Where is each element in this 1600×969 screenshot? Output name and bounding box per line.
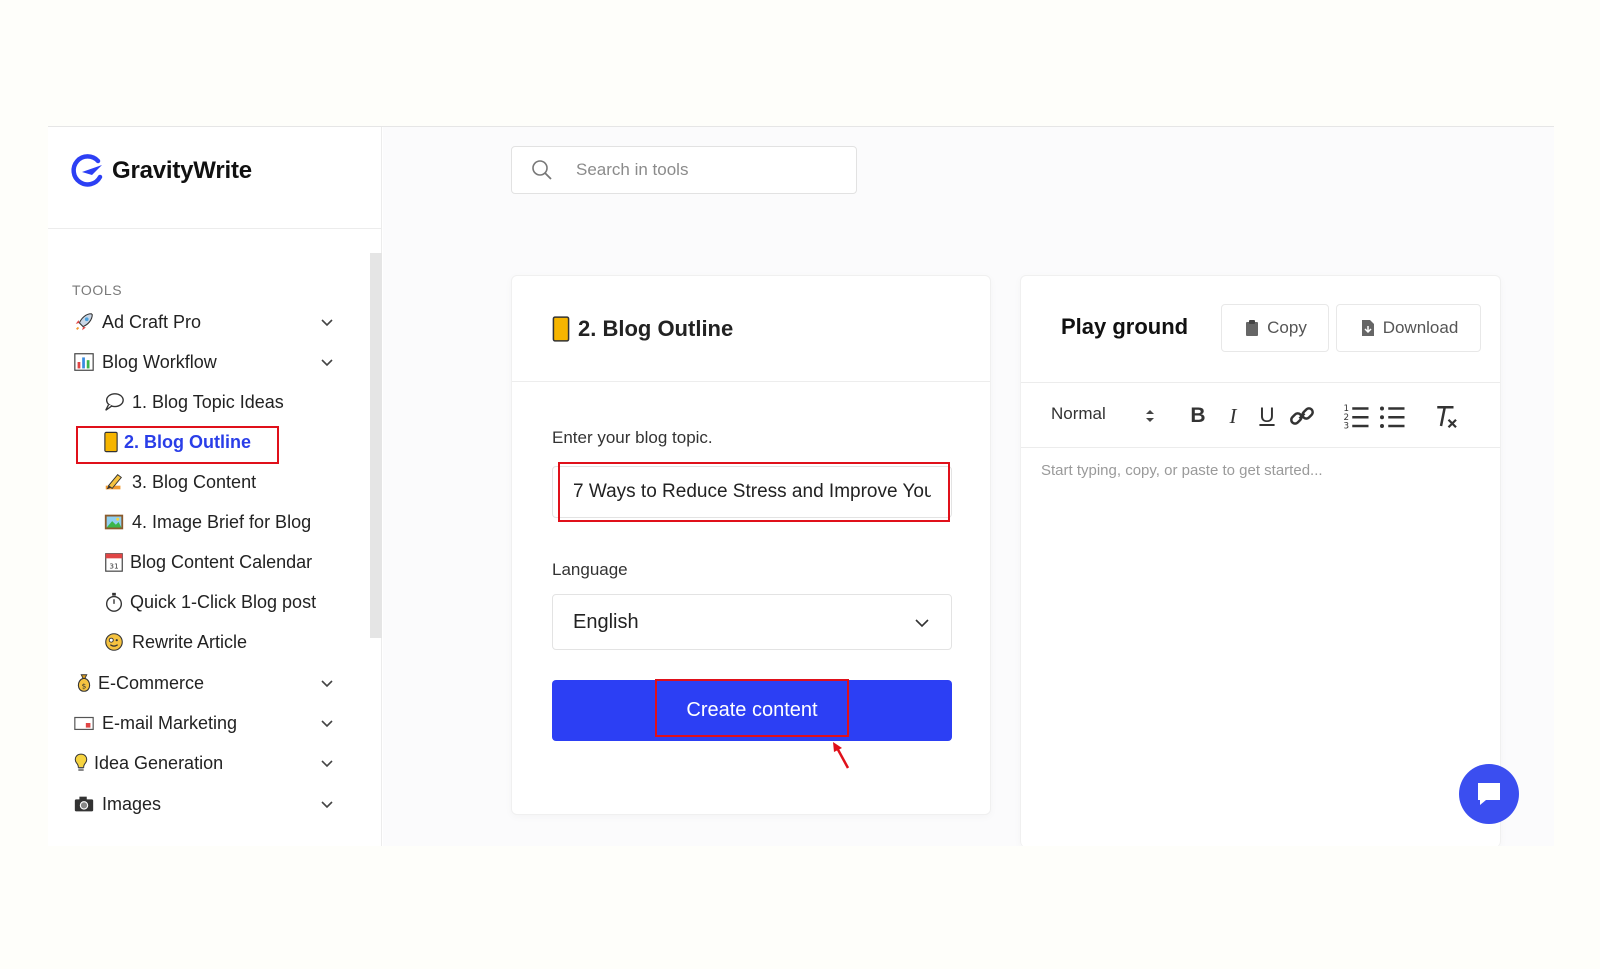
sidebar-item-label: 3. Blog Content — [132, 471, 257, 492]
chat-icon — [1478, 783, 1500, 805]
smile-icon — [102, 630, 126, 654]
chevron-down-icon[interactable] — [318, 754, 336, 772]
sidebar-item-blog-workflow[interactable]: Blog Workflow — [72, 347, 217, 377]
gravitywrite-logo-icon — [71, 154, 103, 187]
bar-chart-icon — [72, 350, 96, 374]
tools-section-label: TOOLS — [72, 282, 123, 298]
form-title: 2. Blog Outline — [578, 315, 734, 341]
clipboard-icon — [1246, 320, 1259, 336]
sidebar-item-label: Idea Generation — [94, 752, 224, 773]
speech-bubble-icon — [102, 390, 126, 414]
bold-icon[interactable]: B — [1183, 401, 1213, 431]
sidebar: GravityWrite TOOLS Ad Craft Pro Blog Wor… — [48, 127, 382, 846]
app-frame: GravityWrite TOOLS Ad Craft Pro Blog Wor… — [48, 126, 1554, 846]
copy-label: Copy — [1267, 318, 1307, 337]
bulb-icon — [72, 751, 90, 775]
sidebar-item-label: Rewrite Article — [132, 631, 248, 652]
language-label: Language — [552, 560, 628, 579]
highlight-box — [558, 462, 950, 522]
sidebar-item-rewrite-article[interactable]: Rewrite Article — [102, 627, 247, 657]
chevron-down-icon[interactable] — [318, 714, 336, 732]
search-icon — [532, 160, 552, 180]
link-icon[interactable] — [1287, 401, 1317, 431]
brand-name: GravityWrite — [112, 157, 252, 184]
camera-icon — [72, 792, 96, 816]
sidebar-item-idea-generation[interactable]: Idea Generation — [72, 748, 223, 778]
underline-icon[interactable]: U — [1252, 401, 1282, 431]
sidebar-item-label: 1. Blog Topic Ideas — [132, 391, 284, 412]
highlight-box — [655, 679, 849, 737]
sidebar-item-blog-topic-ideas[interactable]: 1. Blog Topic Ideas — [102, 387, 284, 417]
stopwatch-icon — [102, 590, 126, 614]
topic-label: Enter your blog topic. — [552, 428, 713, 447]
bullet-list-icon[interactable] — [1377, 401, 1407, 431]
sidebar-scrollbar[interactable] — [370, 253, 382, 638]
sidebar-item-blog-content[interactable]: 3. Blog Content — [102, 467, 256, 497]
download-file-icon — [1361, 320, 1374, 336]
sidebar-divider — [48, 228, 381, 229]
main-area: 2. Blog Outline Enter your blog topic. L… — [383, 127, 1554, 846]
download-label: Download — [1382, 318, 1459, 337]
sidebar-item-images[interactable]: Images — [72, 789, 161, 819]
svg-text:3: 3 — [1344, 422, 1350, 432]
sidebar-item-label: Quick 1-Click Blog post — [130, 591, 317, 612]
clear-format-icon[interactable] — [1431, 401, 1461, 431]
picture-icon — [102, 510, 126, 534]
red-arrow-icon — [833, 742, 850, 769]
money-bag-icon: $ — [72, 671, 96, 695]
sidebar-item-label: Blog Workflow — [102, 351, 217, 372]
rocket-icon — [72, 310, 96, 334]
notebook-icon — [552, 315, 570, 342]
playground-title: Play ground — [1061, 314, 1189, 339]
sidebar-item-label: E-mail Marketing — [102, 712, 238, 733]
chevron-down-icon[interactable] — [318, 353, 336, 371]
sidebar-item-ad-craft-pro[interactable]: Ad Craft Pro — [72, 307, 201, 337]
sidebar-item-label: Ad Craft Pro — [102, 311, 202, 332]
chevron-down-icon — [915, 619, 929, 628]
sidebar-item-image-brief[interactable]: 4. Image Brief for Blog — [102, 507, 311, 537]
sort-arrows-icon[interactable] — [1144, 408, 1156, 424]
download-button[interactable]: Download — [1336, 304, 1481, 352]
search-input[interactable] — [576, 160, 836, 180]
svg-text:31: 31 — [109, 561, 118, 570]
sidebar-item-blog-content-calendar[interactable]: 31 Blog Content Calendar — [102, 547, 312, 577]
search-box[interactable] — [511, 146, 857, 194]
playground-card: Play ground Copy Download Normal B I U 1… — [1020, 275, 1501, 846]
ordered-list-icon[interactable]: 123 — [1341, 401, 1371, 431]
chat-widget-button[interactable] — [1459, 764, 1519, 824]
tool-form-card: 2. Blog Outline Enter your blog topic. L… — [511, 275, 991, 815]
highlight-box — [76, 426, 279, 464]
sidebar-item-label: Blog Content Calendar — [130, 551, 313, 572]
editor-toolbar: Normal B I U 123 — [1021, 382, 1500, 448]
chevron-down-icon[interactable] — [318, 795, 336, 813]
sidebar-item-label: 4. Image Brief for Blog — [132, 511, 312, 532]
copy-button[interactable]: Copy — [1221, 304, 1329, 352]
format-select[interactable]: Normal — [1051, 404, 1106, 424]
calendar-icon: 31 — [102, 550, 126, 574]
language-select[interactable]: English — [552, 594, 952, 650]
language-value: English — [573, 610, 639, 633]
sidebar-item-email-marketing[interactable]: E-mail Marketing — [72, 708, 237, 738]
sidebar-item-quick-blog-post[interactable]: Quick 1-Click Blog post — [102, 587, 316, 617]
logo[interactable]: GravityWrite — [68, 151, 252, 191]
envelope-icon — [72, 711, 96, 735]
chevron-down-icon[interactable] — [318, 313, 336, 331]
sidebar-item-label: Images — [102, 793, 162, 814]
pencil-icon — [102, 470, 126, 494]
sidebar-item-e-commerce[interactable]: $ E-Commerce — [72, 668, 204, 698]
svg-text:$: $ — [82, 682, 87, 691]
italic-icon[interactable]: I — [1218, 401, 1248, 431]
sidebar-item-label: E-Commerce — [98, 672, 205, 693]
editor-placeholder[interactable]: Start typing, copy, or paste to get star… — [1041, 462, 1323, 479]
form-header: 2. Blog Outline — [512, 276, 990, 382]
chevron-down-icon[interactable] — [318, 674, 336, 692]
